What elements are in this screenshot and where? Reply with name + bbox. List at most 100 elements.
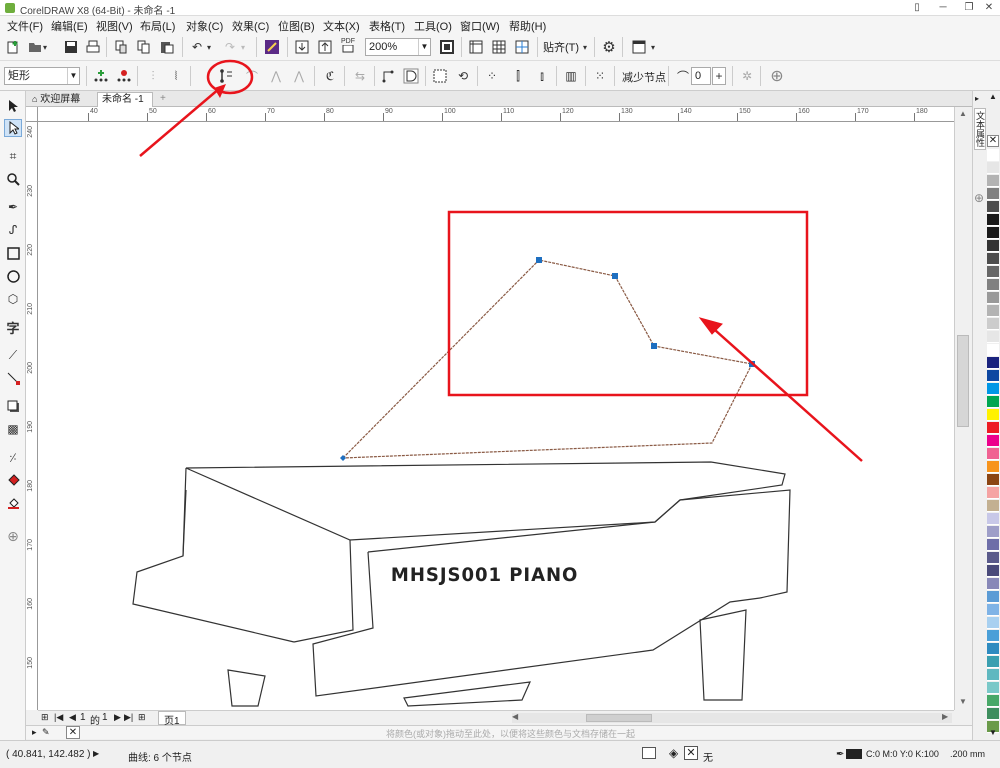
curve-node[interactable]	[612, 273, 618, 279]
boundary-nodes-icon[interactable]: ✲	[737, 66, 757, 86]
palette-swatch[interactable]	[987, 409, 999, 421]
palette-swatch[interactable]	[987, 513, 999, 525]
add-node-icon[interactable]	[91, 66, 111, 86]
palette-swatch[interactable]	[987, 669, 999, 681]
scrollbar-thumb[interactable]	[957, 335, 969, 427]
palette-swatch[interactable]	[987, 630, 999, 642]
paste-icon[interactable]	[157, 37, 177, 57]
rectangle-tool-icon[interactable]	[4, 244, 22, 262]
mirror-vertical-icon[interactable]: ⫾	[532, 66, 552, 86]
palette-swatch[interactable]	[987, 318, 999, 330]
palette-swatch[interactable]	[987, 487, 999, 499]
symmetrical-node-icon[interactable]: ℭ	[320, 66, 340, 86]
gear-icon[interactable]: ⚙	[599, 37, 619, 57]
menu-layout[interactable]: 布局(L)	[140, 18, 175, 34]
palette-swatch[interactable]	[987, 253, 999, 265]
palette-menu-icon[interactable]: ▸	[32, 727, 37, 738]
first-page-icon[interactable]: |◀	[54, 712, 63, 723]
scroll-right-icon[interactable]: ▶	[942, 712, 948, 721]
copy-icon[interactable]	[134, 37, 154, 57]
new-document-icon[interactable]	[3, 37, 23, 57]
palette-no-color-swatch[interactable]: ✕	[987, 135, 999, 147]
palette-swatch[interactable]	[987, 474, 999, 486]
palette-swatch[interactable]	[987, 435, 999, 447]
text-tool-icon[interactable]: 字	[4, 318, 22, 336]
launcher-dropdown-icon[interactable]: ▾	[648, 37, 658, 57]
help-window-button[interactable]: ▯	[904, 0, 930, 16]
zoom-tool-icon[interactable]	[4, 170, 22, 188]
palette-scroll-up-icon[interactable]: ▲	[989, 92, 997, 101]
palette-swatch[interactable]	[987, 305, 999, 317]
search-content-icon[interactable]	[262, 37, 282, 57]
shape-tool-icon[interactable]	[4, 119, 22, 137]
palette-swatch[interactable]	[987, 227, 999, 239]
show-rulers-icon[interactable]	[466, 37, 486, 57]
delete-node-icon[interactable]	[114, 66, 134, 86]
scroll-left-icon[interactable]: ◀	[512, 712, 518, 721]
prev-page-icon[interactable]: ◀	[69, 712, 76, 723]
show-guidelines-icon[interactable]	[512, 37, 532, 57]
color-proof-icon[interactable]	[642, 747, 656, 759]
curve-node[interactable]	[536, 257, 542, 263]
status-expand-icon[interactable]: ▶	[93, 749, 99, 758]
stretch-nodes-icon[interactable]	[430, 66, 450, 86]
palette-swatch[interactable]	[987, 617, 999, 629]
palette-swatch[interactable]	[987, 422, 999, 434]
fill-none-swatch[interactable]: ✕	[684, 746, 698, 760]
palette-swatch[interactable]	[987, 708, 999, 720]
palette-swatch[interactable]	[987, 240, 999, 252]
tab-document[interactable]: 未命名 -1	[97, 92, 153, 107]
add-page-after-icon[interactable]: ⊞	[138, 712, 146, 723]
smoothness-slider-button[interactable]: +	[712, 67, 726, 85]
freehand-tool-icon[interactable]: ✒	[4, 198, 22, 216]
palette-swatch[interactable]	[987, 500, 999, 512]
curve-node[interactable]	[651, 343, 657, 349]
palette-swatch[interactable]	[987, 214, 999, 226]
polygon-tool-icon[interactable]: ⬡	[4, 290, 22, 308]
palette-swatch[interactable]	[987, 565, 999, 577]
palette-swatch[interactable]	[987, 357, 999, 369]
close-button[interactable]: ✕	[976, 0, 1000, 16]
ruler-origin[interactable]	[26, 107, 38, 122]
palette-swatch[interactable]	[987, 604, 999, 616]
palette-swatch[interactable]	[987, 383, 999, 395]
outline-color-swatch[interactable]	[846, 749, 862, 759]
minimize-button[interactable]: ─	[930, 0, 956, 16]
quick-customize-icon[interactable]: ⊕	[767, 66, 787, 86]
menu-file[interactable]: 文件(F)	[7, 18, 43, 34]
save-icon[interactable]	[61, 37, 81, 57]
rotate-nodes-icon[interactable]: ⟲	[453, 66, 473, 86]
open-dropdown-icon[interactable]: ▾	[40, 37, 50, 57]
redo-dropdown-icon[interactable]: ▾	[238, 37, 248, 57]
horizontal-ruler[interactable]: 40 50 60 70 80 90 100 110 120 130 140 150 160 170 180	[38, 107, 972, 122]
docker-tab-text-properties[interactable]: 文本属性	[974, 108, 986, 150]
connector-tool-icon[interactable]	[4, 369, 22, 387]
palette-swatch[interactable]	[987, 279, 999, 291]
align-nodes-icon[interactable]: ⁘	[482, 66, 502, 86]
add-tab-icon[interactable]: +	[156, 92, 170, 107]
publish-pdf-icon[interactable]: PDF	[338, 35, 358, 55]
palette-scroll-down-icon[interactable]: ▼	[989, 728, 997, 737]
next-page-icon[interactable]: ▶	[114, 712, 121, 723]
menu-view[interactable]: 视图(V)	[96, 18, 133, 34]
show-grid-icon[interactable]	[489, 37, 509, 57]
eyedropper-icon[interactable]: ⸓	[4, 448, 22, 466]
mirror-horizontal-icon[interactable]: ⫿	[508, 66, 528, 86]
reduce-nodes-button[interactable]: 减少节点	[622, 69, 666, 85]
interactive-fill-icon[interactable]	[4, 471, 22, 489]
palette-swatch[interactable]	[987, 188, 999, 200]
palette-swatch[interactable]	[987, 682, 999, 694]
zoom-level-select[interactable]: 200% ▼	[365, 38, 431, 56]
eyedropper-small-icon[interactable]: ✎	[42, 727, 50, 738]
selected-curve[interactable]	[341, 259, 753, 459]
cut-icon[interactable]	[111, 37, 131, 57]
palette-swatch[interactable]	[987, 266, 999, 278]
palette-swatch[interactable]	[987, 643, 999, 655]
menu-object[interactable]: 对象(C)	[186, 18, 223, 34]
parallel-dimension-icon[interactable]: ⟋	[4, 346, 22, 364]
elastic-mode-icon[interactable]: ▥	[561, 66, 581, 86]
menu-window[interactable]: 窗口(W)	[460, 18, 500, 34]
palette-swatch[interactable]	[987, 591, 999, 603]
last-page-icon[interactable]: ▶|	[124, 712, 133, 723]
menu-help[interactable]: 帮助(H)	[509, 18, 546, 34]
